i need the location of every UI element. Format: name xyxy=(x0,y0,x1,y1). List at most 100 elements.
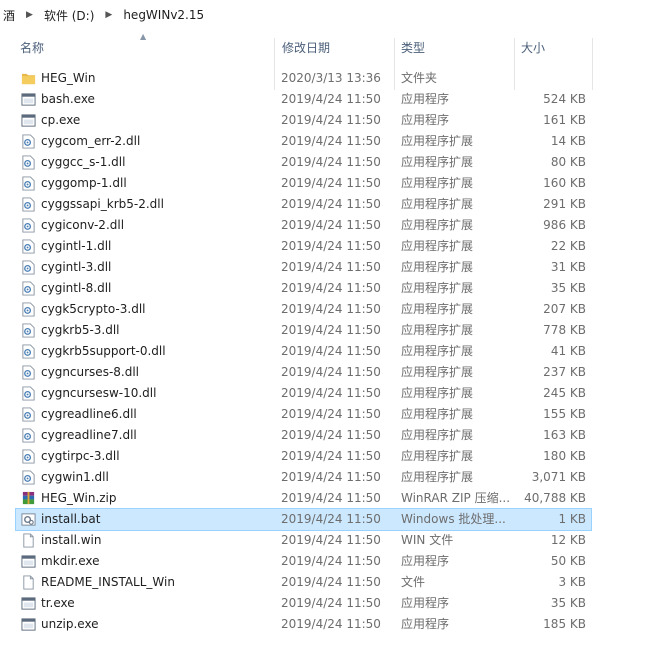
file-row[interactable]: cygiconv-2.dll 2019/4/24 11:50 应用程序扩展 986 K… xyxy=(16,215,591,236)
file-row[interactable]: install.bat 2019/4/24 11:50 Windows 批处理...… xyxy=(15,508,592,531)
file-row[interactable]: mkdir.exe 2019/4/24 11:50 应用程序 50 KB xyxy=(16,551,591,572)
file-row[interactable]: install.win 2019/4/24 11:50 WIN 文件 12 KB xyxy=(16,530,591,551)
exe-icon xyxy=(21,596,36,611)
file-date: 2019/4/24 11:50 xyxy=(281,365,381,379)
file-date: 2019/4/24 11:50 xyxy=(281,155,381,169)
file-row[interactable]: cygintl-3.dll 2019/4/24 11:50 应用程序扩展 31 KB xyxy=(16,257,591,278)
file-name: cyggcc_s-1.dll xyxy=(41,155,126,169)
file-date: 2019/4/24 11:50 xyxy=(281,428,381,442)
dll-icon xyxy=(21,323,36,338)
breadcrumb-item-folder[interactable]: hegWINv2.15 xyxy=(120,8,207,22)
file-row[interactable]: cygkrb5support-0.dll 2019/4/24 11:50 应用程序扩… xyxy=(16,341,591,362)
file-name: cygcom_err-2.dll xyxy=(41,134,141,148)
column-header-name[interactable]: 名称 xyxy=(20,34,44,62)
column-header-row: ▲ 名称 修改日期 类型 大小 xyxy=(0,32,647,90)
file-date: 2019/4/24 11:50 xyxy=(281,92,381,106)
file-date: 2019/4/24 11:50 xyxy=(281,617,381,631)
file-row[interactable]: cygk5crypto-3.dll 2019/4/24 11:50 应用程序扩展 20… xyxy=(16,299,591,320)
file-type: 应用程序扩展 xyxy=(401,281,474,295)
file-name: tr.exe xyxy=(41,596,75,610)
file-name: cygncursesw-10.dll xyxy=(41,386,157,400)
file-date: 2019/4/24 11:50 xyxy=(281,470,381,484)
file-name: HEG_Win xyxy=(41,71,96,85)
chevron-right-icon[interactable]: ▶ xyxy=(18,10,41,20)
file-row[interactable]: cygncursesw-10.dll 2019/4/24 11:50 应用程序扩展 2… xyxy=(16,383,591,404)
file-name: cygtirpc-3.dll xyxy=(41,449,120,463)
folder-icon xyxy=(21,71,36,86)
dll-icon xyxy=(21,260,36,275)
column-header-type[interactable]: 类型 xyxy=(401,34,425,62)
breadcrumb-item-partial[interactable]: 酒 xyxy=(0,7,18,24)
file-row[interactable]: cygreadline7.dll 2019/4/24 11:50 应用程序扩展 163… xyxy=(16,425,591,446)
file-name: cygwin1.dll xyxy=(41,470,109,484)
file-name: install.bat xyxy=(41,512,101,526)
file-row[interactable]: HEG_Win.zip 2019/4/24 11:50 WinRAR ZIP 压缩.… xyxy=(16,488,591,509)
file-row[interactable]: unzip.exe 2019/4/24 11:50 应用程序 185 KB xyxy=(16,614,591,635)
file-type: 应用程序扩展 xyxy=(401,155,474,169)
file-type: 应用程序扩展 xyxy=(401,386,474,400)
breadcrumb-item-drive[interactable]: 软件 (D:) xyxy=(41,7,97,24)
file-name: unzip.exe xyxy=(41,617,99,631)
file-name: mkdir.exe xyxy=(41,554,100,568)
file-icon xyxy=(21,575,36,590)
file-row[interactable]: cygreadline6.dll 2019/4/24 11:50 应用程序扩展 155… xyxy=(16,404,591,425)
file-row[interactable]: cyggcc_s-1.dll 2019/4/24 11:50 应用程序扩展 80 KB xyxy=(16,152,591,173)
file-row[interactable]: HEG_Win 2020/3/13 13:36 文件夹 xyxy=(16,68,591,89)
file-name: bash.exe xyxy=(41,92,95,106)
file-row[interactable]: README_INSTALL_Win 2019/4/24 11:50 文件 3 KB xyxy=(16,572,591,593)
file-date: 2019/4/24 11:50 xyxy=(281,323,381,337)
file-type: WIN 文件 xyxy=(401,533,454,547)
file-row[interactable]: tr.exe 2019/4/24 11:50 应用程序 35 KB xyxy=(16,593,591,614)
file-size: 22 KB xyxy=(550,239,586,253)
file-name: cygkrb5-3.dll xyxy=(41,323,120,337)
exe-icon xyxy=(21,617,36,632)
dll-icon xyxy=(21,197,36,212)
file-date: 2019/4/24 11:50 xyxy=(281,218,381,232)
file-type: 应用程序 xyxy=(401,113,450,127)
file-row[interactable]: cygtirpc-3.dll 2019/4/24 11:50 应用程序扩展 180 K… xyxy=(16,446,591,467)
file-row[interactable]: bash.exe 2019/4/24 11:50 应用程序 524 KB xyxy=(16,89,591,110)
file-type: 应用程序扩展 xyxy=(401,449,474,463)
file-type: 应用程序 xyxy=(401,554,450,568)
file-type: 应用程序扩展 xyxy=(401,260,474,274)
file-name: cp.exe xyxy=(41,113,81,127)
sort-ascending-icon: ▲ xyxy=(140,32,147,41)
file-size: 3,071 KB xyxy=(531,470,586,484)
column-header-size[interactable]: 大小 xyxy=(521,34,545,62)
file-size: 160 KB xyxy=(543,176,586,190)
dll-icon xyxy=(21,302,36,317)
column-header-date[interactable]: 修改日期 xyxy=(282,34,330,62)
file-size: 163 KB xyxy=(543,428,586,442)
file-date: 2019/4/24 11:50 xyxy=(281,302,381,316)
file-name: cygintl-3.dll xyxy=(41,260,112,274)
file-row[interactable]: cygintl-1.dll 2019/4/24 11:50 应用程序扩展 22 KB xyxy=(16,236,591,257)
file-date: 2019/4/24 11:50 xyxy=(281,386,381,400)
dll-icon xyxy=(21,365,36,380)
file-type: 文件夹 xyxy=(401,71,438,85)
file-size: 12 KB xyxy=(550,533,586,547)
chevron-right-icon[interactable]: ▶ xyxy=(97,10,120,20)
file-name: README_INSTALL_Win xyxy=(41,575,175,589)
file-date: 2019/4/24 11:50 xyxy=(281,281,381,295)
file-date: 2019/4/24 11:50 xyxy=(281,407,381,421)
file-size: 155 KB xyxy=(543,407,586,421)
file-row[interactable]: cygwin1.dll 2019/4/24 11:50 应用程序扩展 3,071 KB xyxy=(16,467,591,488)
dll-icon xyxy=(21,134,36,149)
file-type: 应用程序扩展 xyxy=(401,218,474,232)
file-row[interactable]: cygcom_err-2.dll 2019/4/24 11:50 应用程序扩展 14 … xyxy=(16,131,591,152)
file-row[interactable]: cygncurses-8.dll 2019/4/24 11:50 应用程序扩展 237… xyxy=(16,362,591,383)
file-row[interactable]: cyggssapi_krb5-2.dll 2019/4/24 11:50 应用程序扩… xyxy=(16,194,591,215)
file-row[interactable]: cygkrb5-3.dll 2019/4/24 11:50 应用程序扩展 778 KB xyxy=(16,320,591,341)
file-size: 14 KB xyxy=(550,134,586,148)
file-row[interactable]: cp.exe 2019/4/24 11:50 应用程序 161 KB xyxy=(16,110,591,131)
file-type: 文件 xyxy=(401,575,426,589)
file-row[interactable]: cyggomp-1.dll 2019/4/24 11:50 应用程序扩展 160 KB xyxy=(16,173,591,194)
file-name: cygintl-1.dll xyxy=(41,239,112,253)
column-divider[interactable] xyxy=(592,38,593,90)
file-row[interactable]: cygintl-8.dll 2019/4/24 11:50 应用程序扩展 35 KB xyxy=(16,278,591,299)
file-type: 应用程序扩展 xyxy=(401,428,474,442)
file-size: 1 KB xyxy=(558,512,586,526)
dll-icon xyxy=(21,239,36,254)
file-size: 237 KB xyxy=(543,365,586,379)
file-type: 应用程序扩展 xyxy=(401,407,474,421)
